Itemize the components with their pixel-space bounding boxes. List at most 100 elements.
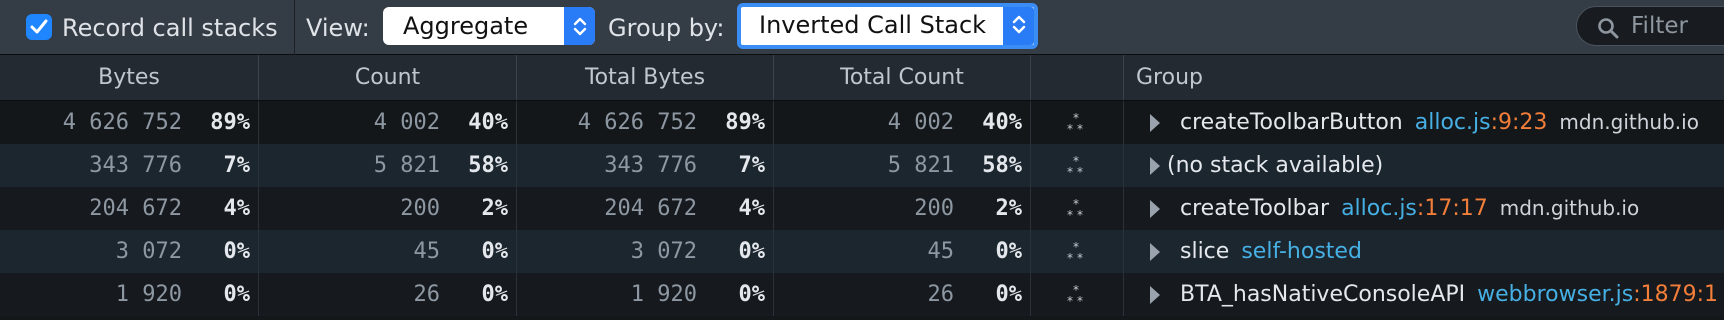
source-location: :17:17 [1416, 196, 1488, 221]
total-count-cell: 200 2% [774, 187, 1031, 230]
total-count-percent: 0% [995, 239, 1023, 264]
count-percent: 0% [481, 282, 509, 307]
total-count-value: 45 [927, 239, 955, 264]
total-bytes-percent: 0% [738, 239, 766, 264]
column-header-group[interactable]: Group [1124, 55, 1724, 100]
function-name: slice [1180, 239, 1230, 264]
count-cell: 4 002 40% [259, 101, 517, 144]
toolbar: Record call stacks View: Aggregate Group… [0, 0, 1724, 55]
count-value: 26 [413, 282, 441, 307]
stars-icon[interactable]: ** * [1066, 240, 1090, 264]
bytes-percent: 0% [223, 282, 251, 307]
toolbar-divider [294, 0, 295, 55]
count-percent: 0% [481, 239, 509, 264]
group-cell: createToolbarButton alloc.js:9:23 mdn.gith… [1124, 101, 1724, 144]
column-header-total-count[interactable]: Total Count [774, 55, 1031, 100]
record-call-stacks-checkbox[interactable] [26, 14, 52, 40]
count-cell: 5 821 58% [259, 144, 517, 187]
svg-text:*: * [1067, 251, 1073, 264]
source-file-link[interactable]: alloc.js [1415, 110, 1491, 135]
actions-cell: * * * [1031, 101, 1124, 144]
no-stack-label: (no stack available) [1167, 153, 1384, 178]
bytes-cell: 4 626 752 89% [0, 101, 259, 144]
table-row[interactable]: 3 072 0% 45 0% 3 072 0% 45 0% * * * slice self-… [0, 230, 1724, 273]
stars-icon[interactable]: ** * [1066, 111, 1090, 135]
bytes-cell: 204 672 4% [0, 187, 259, 230]
table-row[interactable]: 204 672 4% 200 2% 204 672 4% 200 2% * * * crea… [0, 187, 1724, 230]
count-percent: 2% [481, 196, 509, 221]
table-row[interactable]: 4 626 752 89% 4 002 40% 4 626 752 89% 4 002… [0, 101, 1724, 144]
record-call-stacks-label[interactable]: Record call stacks [62, 0, 278, 55]
bytes-value: 204 672 [89, 196, 182, 221]
actions-cell: * * * [1031, 230, 1124, 273]
group-label: slice self-hosted [1180, 230, 1362, 273]
expand-triangle-icon[interactable] [1148, 156, 1162, 176]
up-down-chevron-icon [1012, 15, 1026, 34]
column-header-count[interactable]: Count [259, 55, 517, 100]
group-label: createToolbarButton alloc.js:9:23 mdn.gith… [1180, 101, 1699, 144]
bytes-value: 3 072 [115, 239, 182, 264]
expand-triangle-icon[interactable] [1148, 285, 1162, 305]
census-tree: 4 626 752 89% 4 002 40% 4 626 752 89% 4 002… [0, 101, 1724, 316]
expand-triangle-icon[interactable] [1148, 242, 1162, 262]
bytes-percent: 7% [223, 153, 251, 178]
table-row[interactable]: 343 776 7% 5 821 58% 343 776 7% 5 821 58% * *… [0, 144, 1724, 187]
svg-text:*: * [1077, 251, 1083, 264]
stars-icon[interactable]: ** * [1066, 154, 1090, 178]
source-file-link[interactable]: alloc.js [1341, 196, 1417, 221]
total-count-value: 4 002 [887, 110, 954, 135]
total-count-percent: 40% [982, 110, 1022, 135]
filter-box[interactable] [1576, 6, 1724, 46]
column-header-actions [1031, 55, 1124, 100]
total-bytes-percent: 4% [738, 196, 766, 221]
source-file-link[interactable]: webbrowser.js [1477, 282, 1633, 307]
column-header-total-bytes[interactable]: Total Bytes [517, 55, 774, 100]
total-bytes-value: 3 072 [630, 239, 697, 264]
function-name: createToolbarButton [1180, 110, 1403, 135]
view-select[interactable]: Aggregate [383, 7, 595, 45]
count-cell: 26 0% [259, 273, 517, 316]
total-bytes-value: 1 920 [630, 282, 697, 307]
source-location: :1879:1 [1633, 282, 1719, 307]
search-icon [1598, 18, 1619, 39]
total-bytes-percent: 0% [738, 282, 766, 307]
source-file-link[interactable]: self-hosted [1241, 239, 1362, 264]
svg-text:*: * [1077, 122, 1083, 135]
svg-text:*: * [1067, 165, 1073, 178]
bytes-cell: 3 072 0% [0, 230, 259, 273]
count-value: 5 821 [373, 153, 440, 178]
view-label: View: [306, 13, 370, 42]
bytes-cell: 1 920 0% [0, 273, 259, 316]
expand-triangle-icon[interactable] [1148, 113, 1162, 133]
count-percent: 40% [468, 110, 508, 135]
column-header-bytes[interactable]: Bytes [0, 55, 259, 100]
actions-cell: * * * [1031, 187, 1124, 230]
total-bytes-percent: 7% [738, 153, 766, 178]
filter-input[interactable] [1631, 12, 1721, 40]
view-select-arrow[interactable] [564, 7, 595, 45]
svg-text:*: * [1077, 208, 1083, 221]
svg-text:*: * [1077, 165, 1083, 178]
total-bytes-cell: 3 072 0% [517, 230, 774, 273]
count-percent: 58% [468, 153, 508, 178]
group-cell: (no stack available) [1124, 144, 1724, 187]
expand-triangle-icon[interactable] [1148, 199, 1162, 219]
up-down-chevron-icon [573, 17, 587, 36]
group-by-select-arrow[interactable] [1003, 7, 1034, 45]
function-name: createToolbar [1180, 196, 1330, 221]
view-select-value: Aggregate [403, 12, 529, 40]
count-cell: 45 0% [259, 230, 517, 273]
group-cell: createToolbar alloc.js:17:17 mdn.github.io [1124, 187, 1724, 230]
total-count-value: 26 [927, 282, 955, 307]
total-bytes-percent: 89% [725, 110, 765, 135]
total-count-cell: 4 002 40% [774, 101, 1031, 144]
table-row[interactable]: 1 920 0% 26 0% 1 920 0% 26 0% * * * BTA_hasNat… [0, 273, 1724, 316]
group-by-select[interactable]: Inverted Call Stack [737, 3, 1038, 49]
group-label: (no stack available) [1167, 144, 1383, 187]
stars-icon[interactable]: ** * [1066, 283, 1090, 307]
count-cell: 200 2% [259, 187, 517, 230]
stars-icon[interactable]: ** * [1066, 197, 1090, 221]
total-count-value: 5 821 [887, 153, 954, 178]
source-location: :9:23 [1490, 110, 1548, 135]
total-count-cell: 26 0% [774, 273, 1031, 316]
